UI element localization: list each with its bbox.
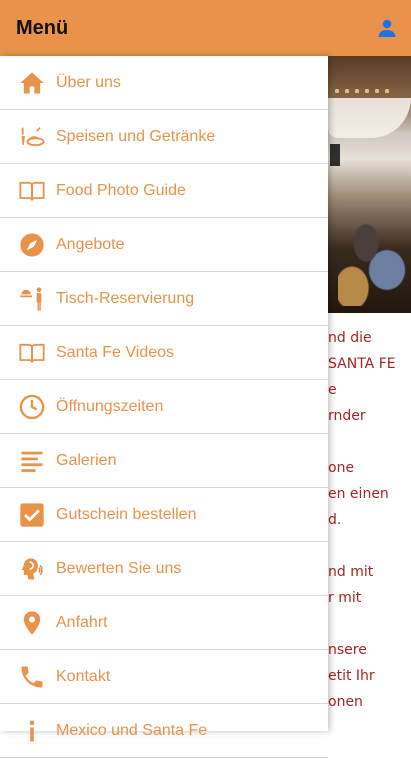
menu-item[interactable]: Santa Fe Videos <box>0 326 328 380</box>
background-text-line: one <box>328 460 355 476</box>
user-icon[interactable] <box>375 16 399 40</box>
phone-icon <box>18 663 46 691</box>
lines-icon <box>18 447 46 475</box>
menu-item-label: Öffnungszeiten <box>56 397 164 415</box>
background-text-line: r mit <box>328 590 362 606</box>
menu-item-label: Kontakt <box>56 667 111 685</box>
location-pin-icon <box>18 609 46 637</box>
menu-item[interactable]: Speisen und Getränke <box>0 110 328 164</box>
menu-item[interactable]: Anfahrt <box>0 596 328 650</box>
menu-item-label: Anfahrt <box>56 613 108 631</box>
menu-item[interactable]: Galerien <box>0 434 328 488</box>
menu-item[interactable]: Tisch-Reservierung <box>0 272 328 326</box>
menu-item[interactable]: Food Photo Guide <box>0 164 328 218</box>
background-text-line: onen <box>328 694 363 710</box>
app-header: Menü <box>0 0 411 56</box>
menu-item-label: Über uns <box>56 73 121 91</box>
header-title: Menü <box>16 16 69 39</box>
background-text-line: nsere <box>328 642 367 658</box>
menu-item-label: Bewerten Sie uns <box>56 559 182 577</box>
background-text-line: en einen <box>328 486 389 502</box>
rating-icon <box>18 555 46 583</box>
menu-item[interactable]: Bewerten Sie uns <box>0 542 328 596</box>
menu-item[interactable]: Angebote <box>0 218 328 272</box>
menu-item-label: Food Photo Guide <box>56 181 186 199</box>
compass-icon <box>18 231 46 259</box>
menu-item[interactable]: Mexico und Santa Fe <box>0 704 328 758</box>
navigation-drawer: Über uns Speisen und Getränke Food Photo G… <box>0 56 328 758</box>
menu-item[interactable]: Gutschein bestellen <box>0 488 328 542</box>
menu-item[interactable]: Öffnungszeiten <box>0 380 328 434</box>
food-drink-icon <box>18 123 46 151</box>
background-text-line: SANTA FE <box>328 356 396 372</box>
background-text-line: etit Ihr <box>328 668 375 684</box>
background-text-line: e <box>328 382 337 398</box>
background-text-line: rnder <box>328 408 366 424</box>
waiter-icon <box>18 285 46 313</box>
background-text: nd die SANTA FE e rnder one en einen d. nd mit r… <box>328 330 411 731</box>
background-text-line: d. <box>328 512 342 528</box>
home-icon <box>18 69 46 97</box>
clock-icon <box>18 393 46 421</box>
menu-item-label: Galerien <box>56 451 117 469</box>
background-text-line: nd mit <box>328 564 374 580</box>
menu-item[interactable]: Über uns <box>0 56 328 110</box>
menu-item-label: Gutschein bestellen <box>56 505 197 523</box>
menu-item-label: Angebote <box>56 235 125 253</box>
menu-item-label: Speisen und Getränke <box>56 127 216 145</box>
background-text-line: nd die <box>328 330 372 346</box>
menu-item[interactable]: Kontakt <box>0 650 328 704</box>
checkbox-icon <box>18 501 46 529</box>
menu-item-label: Tisch-Reservierung <box>56 289 195 307</box>
background-photo <box>328 56 411 313</box>
menu-item-label: Santa Fe Videos <box>56 343 175 361</box>
book-icon <box>18 177 46 205</box>
book-icon <box>18 339 46 367</box>
